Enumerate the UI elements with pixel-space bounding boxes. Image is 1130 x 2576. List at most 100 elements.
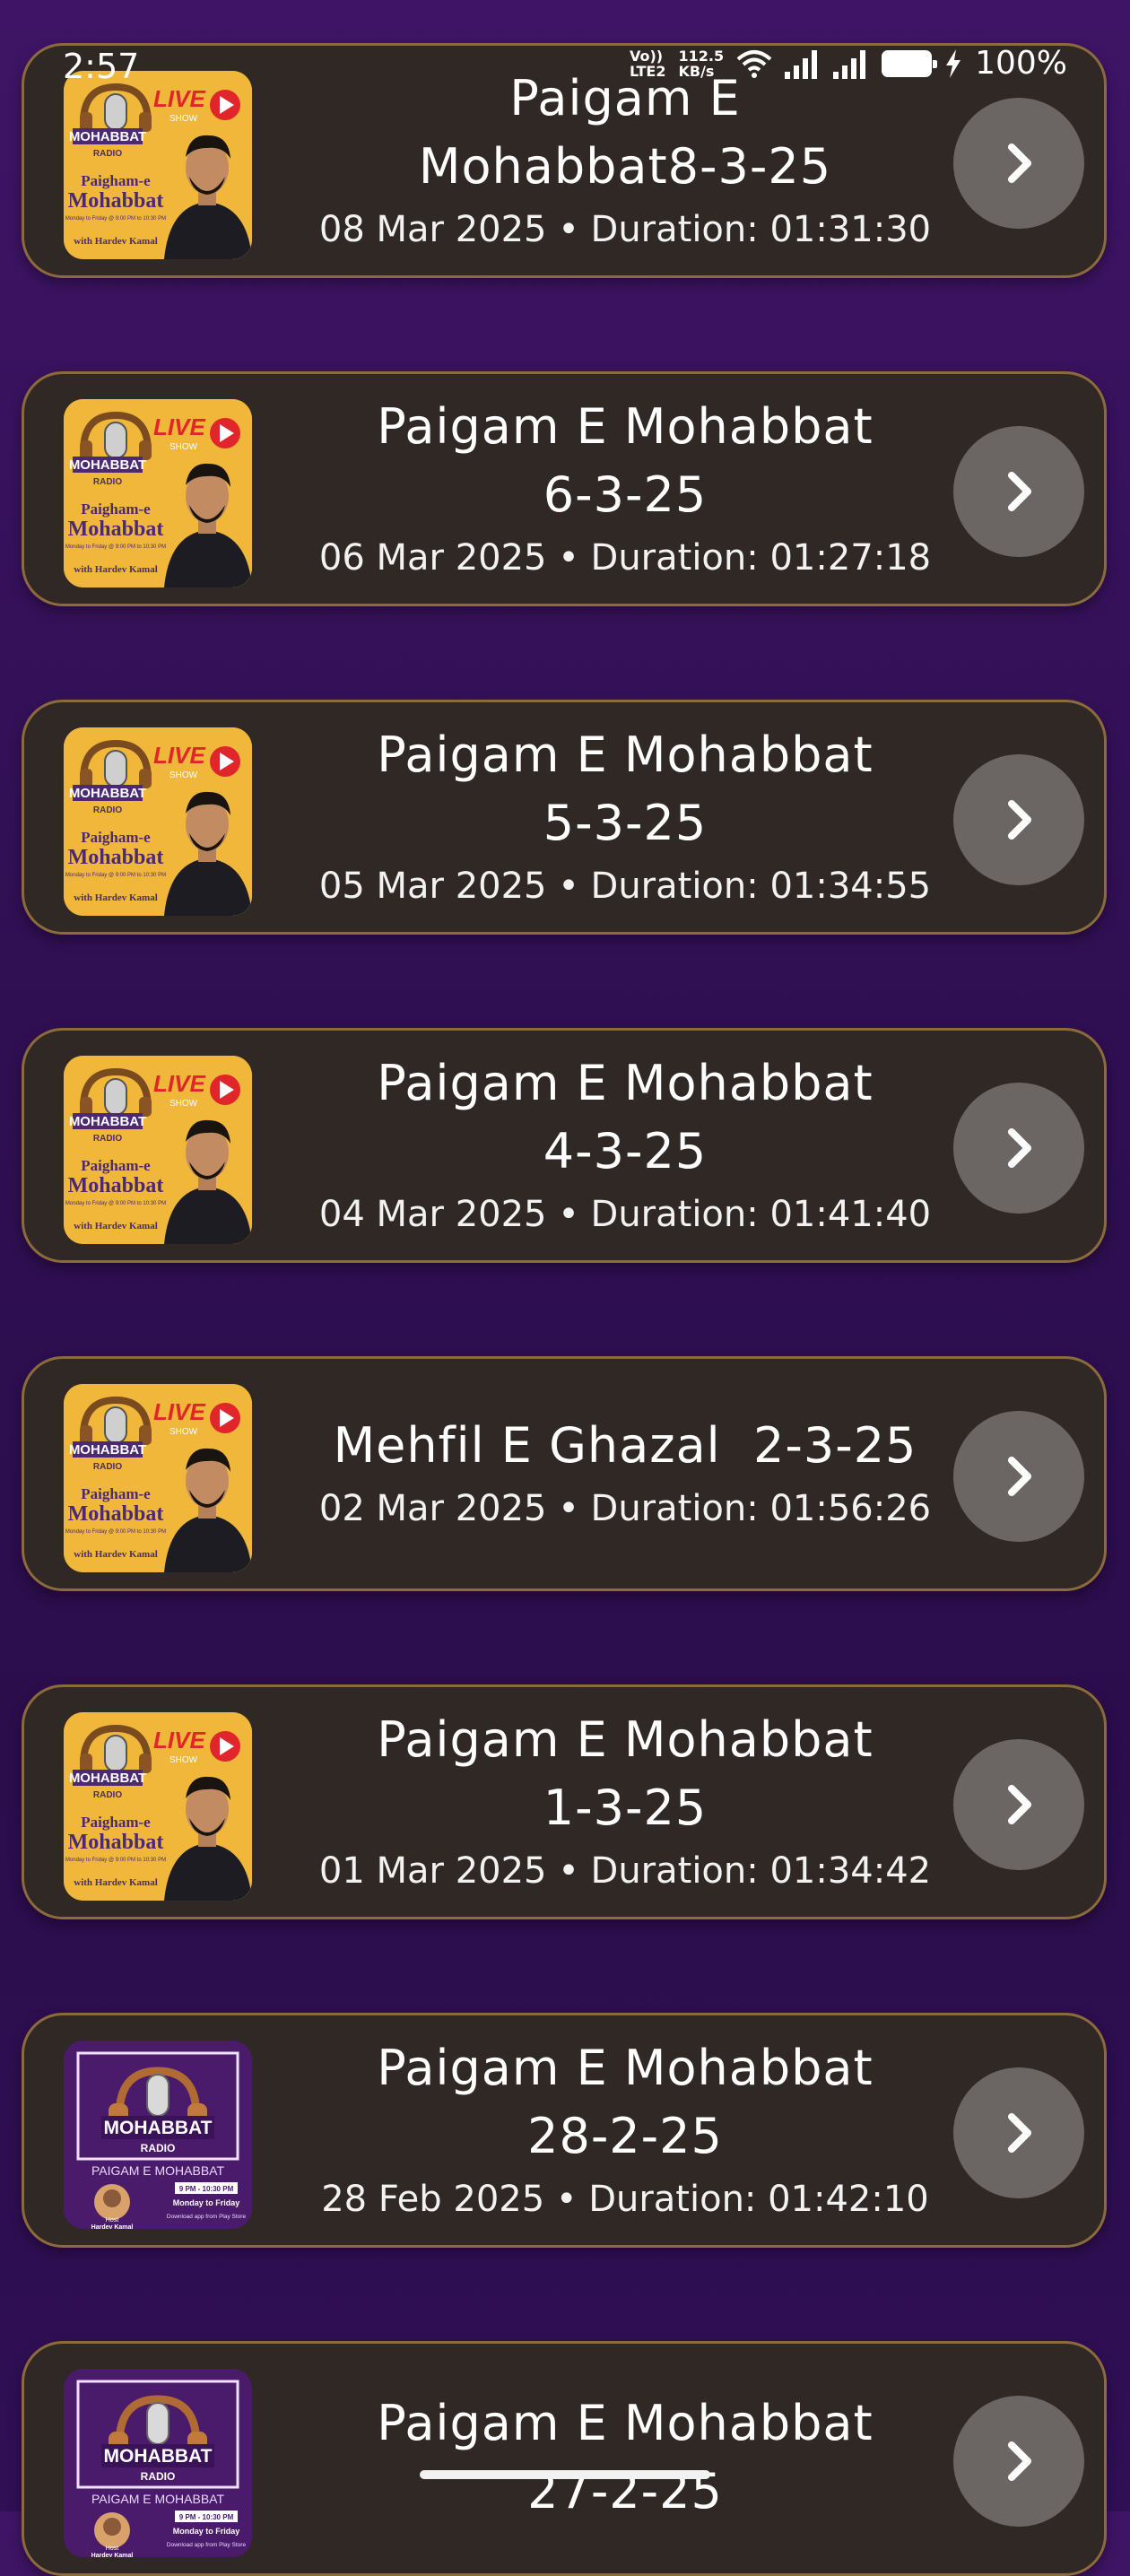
chevron-right-icon (1008, 472, 1031, 511)
svg-text:Monday to Friday @ 9:00 PM to: Monday to Friday @ 9:00 PM to 10:30 PM (65, 873, 166, 878)
episode-card[interactable]: MOHABBAT RADIO LIVE SHOW Paigham-e Mohab… (22, 1356, 1107, 1591)
svg-text:Mohabbat: Mohabbat (68, 1831, 164, 1854)
episode-title: Paigam E Mohabbat8-3-25 (418, 70, 832, 195)
svg-text:Download app from Play Store: Download app from Play Store (167, 2214, 247, 2220)
live-badge: LIVE (153, 1727, 205, 1754)
open-episode-button[interactable] (953, 98, 1084, 229)
play-icon (210, 1075, 240, 1105)
open-episode-button[interactable] (953, 754, 1084, 885)
episode-card[interactable]: MOHABBAT RADIO PAIGAM E MOHABBAT Host Ha… (22, 2341, 1107, 2576)
episode-thumbnail: MOHABBAT RADIO LIVE SHOW Paigham-e Mohab… (64, 71, 252, 259)
svg-text:MOHABBAT: MOHABBAT (104, 2118, 213, 2138)
svg-text:Monday to Friday: Monday to Friday (173, 2198, 240, 2207)
home-indicator[interactable] (420, 2470, 710, 2479)
play-icon (210, 90, 240, 120)
episode-meta: 05 Mar 2025 • Duration: 01:34:55 (318, 866, 932, 907)
svg-text:Mohabbat: Mohabbat (68, 846, 164, 869)
svg-text:Monday to Friday: Monday to Friday (173, 2527, 240, 2536)
episode-thumbnail-art: MOHABBAT RADIO PAIGAM E MOHABBAT Host Ha… (64, 2369, 252, 2557)
microphone-icon (146, 2074, 170, 2117)
episode-text: Paigam E Mohabbat 1-3-25 01 Mar 2025 • D… (293, 1687, 957, 1917)
episode-thumbnail: MOHABBAT RADIO PAIGAM E MOHABBAT Host Ha… (64, 2041, 252, 2229)
svg-text:Paigham-e: Paigham-e (81, 1157, 151, 1174)
svg-text:RADIO: RADIO (93, 477, 122, 487)
episode-text: Mehfil E Ghazal 2-3-25 02 Mar 2025 • Dur… (293, 1359, 957, 1588)
open-episode-button[interactable] (953, 1083, 1084, 1214)
svg-text:Download app from Play Store: Download app from Play Store (167, 2542, 247, 2548)
episode-title: Paigam E Mohabbat 1-3-25 (377, 1711, 874, 1836)
svg-text:Monday to Friday @ 9:00 PM to: Monday to Friday @ 9:00 PM to 10:30 PM (65, 1858, 166, 1863)
svg-text:Mohabbat: Mohabbat (68, 518, 164, 541)
svg-text:SHOW: SHOW (170, 114, 198, 124)
svg-text:with Hardev Kamal: with Hardev Kamal (74, 892, 158, 903)
svg-text:Paigham-e: Paigham-e (81, 1485, 151, 1502)
episode-thumbnail-art: MOHABBAT RADIO LIVE SHOW Paigham-e Mohab… (64, 1384, 252, 1572)
svg-text:Paigham-e: Paigham-e (81, 829, 151, 846)
svg-text:Host: Host (106, 2546, 118, 2552)
svg-text:RADIO: RADIO (93, 1790, 122, 1800)
play-icon (210, 1403, 240, 1433)
svg-text:RADIO: RADIO (93, 1134, 122, 1144)
episode-card[interactable]: MOHABBAT RADIO LIVE SHOW Paigham-e Mohab… (22, 371, 1107, 606)
svg-text:Mohabbat: Mohabbat (68, 1502, 164, 1526)
chevron-right-icon (1008, 800, 1031, 840)
svg-text:with Hardev Kamal: with Hardev Kamal (74, 1221, 158, 1231)
play-icon (210, 418, 240, 448)
svg-text:with Hardev Kamal: with Hardev Kamal (74, 564, 158, 575)
chevron-right-icon (1008, 1128, 1031, 1168)
episode-thumbnail: MOHABBAT RADIO LIVE SHOW Paigham-e Mohab… (64, 1056, 252, 1244)
open-episode-button[interactable] (953, 2067, 1084, 2198)
svg-text:PAIGAM E MOHABBAT: PAIGAM E MOHABBAT (91, 2492, 225, 2506)
svg-text:Monday to Friday @ 9:00 PM to: Monday to Friday @ 9:00 PM to 10:30 PM (65, 1529, 166, 1535)
svg-text:SHOW: SHOW (170, 1099, 198, 1109)
svg-text:Hardev Kamal: Hardev Kamal (91, 2553, 134, 2557)
thumb-brand: MOHABBAT (69, 129, 146, 144)
episode-thumbnail-art: MOHABBAT RADIO PAIGAM E MOHABBAT Host Ha… (64, 2041, 252, 2229)
svg-text:Paigham-e: Paigham-e (81, 500, 151, 518)
episode-title: Paigam E Mohabbat 27-2-25 (377, 2395, 874, 2519)
episode-card[interactable]: MOHABBAT RADIO LIVE SHOW Paigham-e Mohab… (22, 1028, 1107, 1263)
episode-text: Paigam E Mohabbat 27-2-25 (293, 2344, 957, 2573)
episode-thumbnail: MOHABBAT RADIO LIVE SHOW Paigham-e Mohab… (64, 1712, 252, 1901)
open-episode-button[interactable] (953, 1739, 1084, 1870)
svg-text:Monday to Friday @ 9:00 PM to: Monday to Friday @ 9:00 PM to 10:30 PM (65, 544, 166, 550)
episode-card[interactable]: MOHABBAT RADIO LIVE SHOW Paigham-e Mohab… (22, 1684, 1107, 1919)
microphone-icon (146, 2402, 170, 2445)
open-episode-button[interactable] (953, 426, 1084, 557)
host-photo (94, 2184, 130, 2220)
chevron-right-icon (1008, 2113, 1031, 2153)
episode-text: Paigam E Mohabbat 5-3-25 05 Mar 2025 • D… (293, 702, 957, 932)
episode-thumbnail-art: MOHABBAT RADIO LIVE SHOW Paigham-e Mohab… (64, 1056, 252, 1244)
episode-card[interactable]: MOHABBAT RADIO LIVE SHOW Paigham-e Mohab… (22, 43, 1107, 278)
thumb-brand: MOHABBAT (69, 786, 146, 801)
chevron-right-icon (1008, 1785, 1031, 1824)
svg-text:Hardev Kamal: Hardev Kamal (91, 2224, 134, 2229)
svg-text:RADIO: RADIO (141, 2470, 176, 2483)
svg-text:Host: Host (106, 2217, 118, 2224)
open-episode-button[interactable] (953, 2396, 1084, 2527)
episode-thumbnail: MOHABBAT RADIO PAIGAM E MOHABBAT Host Ha… (64, 2369, 252, 2557)
svg-text:SHOW: SHOW (170, 1755, 198, 1765)
open-episode-button[interactable] (953, 1411, 1084, 1542)
live-badge: LIVE (153, 85, 205, 112)
svg-text:Monday to Friday @ 9:00 PM to: Monday to Friday @ 9:00 PM to 10:30 PM (65, 216, 166, 222)
episode-card[interactable]: MOHABBAT RADIO LIVE SHOW Paigham-e Mohab… (22, 700, 1107, 935)
thumb-brand: MOHABBAT (69, 1771, 146, 1786)
episode-meta: 08 Mar 2025 • Duration: 01:31:30 (318, 209, 932, 250)
svg-text:9 PM - 10:30 PM: 9 PM - 10:30 PM (179, 2185, 234, 2193)
episode-meta: 01 Mar 2025 • Duration: 01:34:42 (318, 1850, 932, 1892)
host-photo (94, 2512, 130, 2548)
thumb-brand: MOHABBAT (69, 1114, 146, 1129)
svg-text:RADIO: RADIO (141, 2142, 176, 2154)
svg-text:RADIO: RADIO (93, 1462, 122, 1472)
svg-text:SHOW: SHOW (170, 1427, 198, 1437)
svg-text:with Hardev Kamal: with Hardev Kamal (74, 1549, 158, 1560)
svg-text:with Hardev Kamal: with Hardev Kamal (74, 236, 158, 247)
svg-text:9 PM - 10:30 PM: 9 PM - 10:30 PM (179, 2513, 234, 2521)
episode-thumbnail: MOHABBAT RADIO LIVE SHOW Paigham-e Mohab… (64, 727, 252, 916)
chevron-right-icon (1008, 2441, 1031, 2481)
episode-meta: 28 Feb 2025 • Duration: 01:42:10 (321, 2179, 929, 2220)
episode-thumbnail-art: MOHABBAT RADIO LIVE SHOW Paigham-e Mohab… (64, 71, 252, 259)
episode-card[interactable]: MOHABBAT RADIO PAIGAM E MOHABBAT Host Ha… (22, 2013, 1107, 2248)
svg-text:RADIO: RADIO (93, 149, 122, 159)
